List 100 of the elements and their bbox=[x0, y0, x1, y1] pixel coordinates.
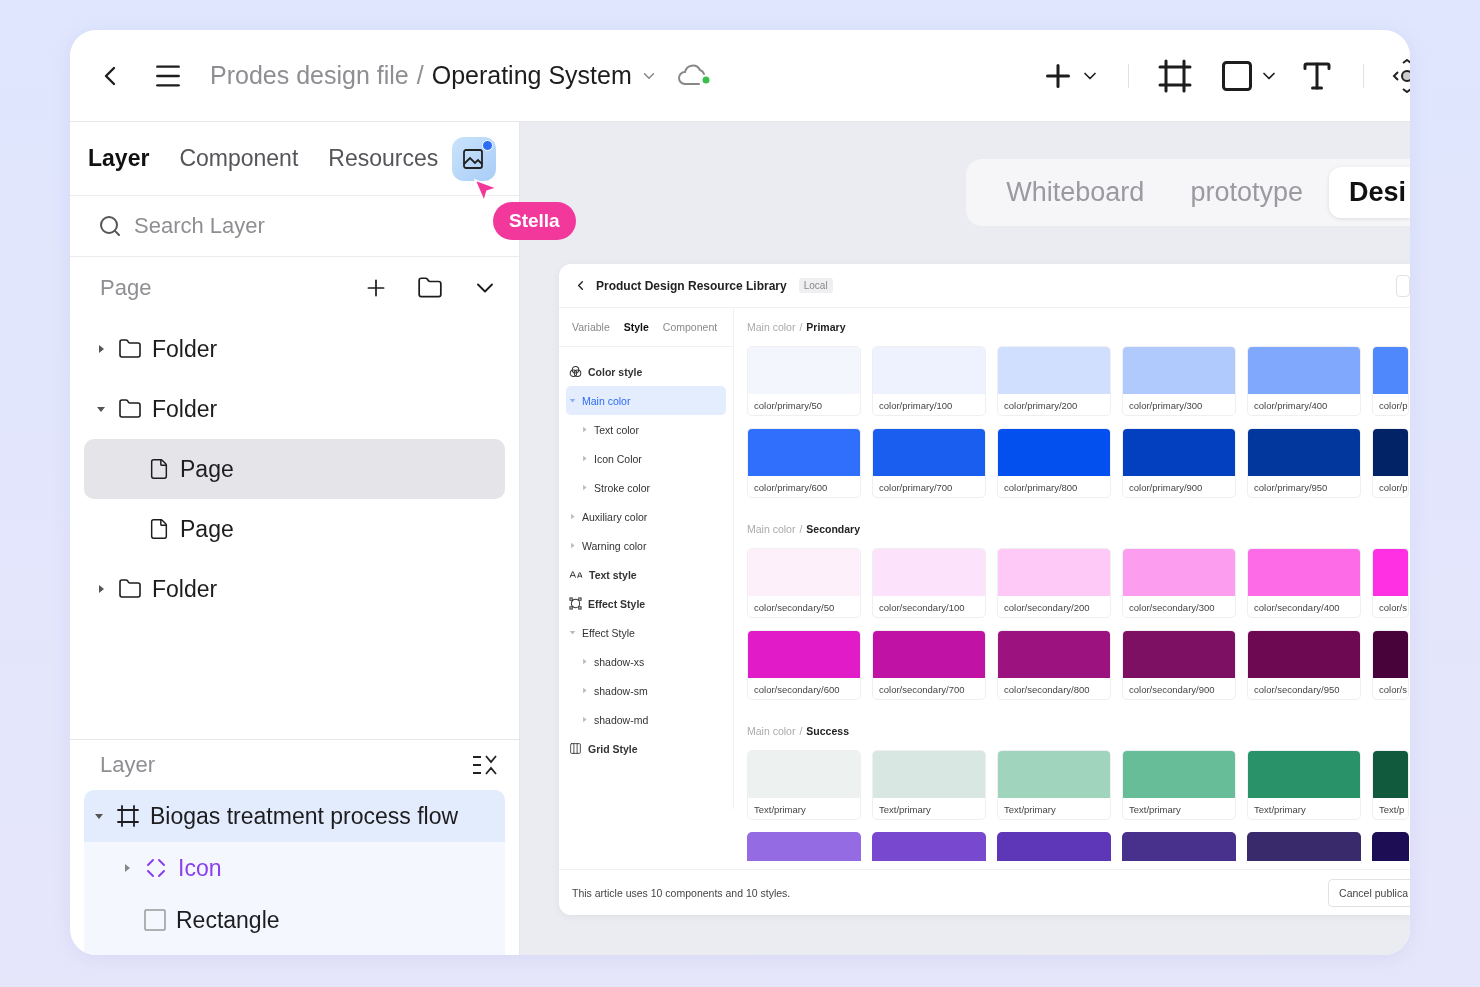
color-swatch[interactable]: color/primary/50 bbox=[747, 346, 861, 416]
folder-icon bbox=[118, 397, 142, 421]
tree-item[interactable]: Folder bbox=[84, 319, 505, 379]
color-swatch[interactable]: Text/primary bbox=[747, 750, 861, 820]
search-field[interactable]: Search Layer bbox=[132, 212, 491, 240]
style-item[interactable]: Warning color bbox=[566, 531, 726, 560]
style-item[interactable]: Text style bbox=[566, 560, 726, 589]
color-swatch[interactable]: color/s bbox=[1372, 630, 1409, 700]
color-swatch[interactable]: Text/primary bbox=[872, 750, 986, 820]
color-swatch[interactable]: Text/primary bbox=[997, 750, 1111, 820]
color-swatch[interactable]: color/primary/900 bbox=[1122, 428, 1236, 498]
color-swatch[interactable]: Text/primary bbox=[1247, 750, 1361, 820]
color-swatch[interactable]: color/primary/100 bbox=[872, 346, 986, 416]
color-swatch[interactable] bbox=[1247, 832, 1361, 861]
panel-tab[interactable]: Component bbox=[179, 145, 299, 172]
color-swatch[interactable]: color/secondary/50 bbox=[747, 548, 861, 618]
section-title: Page bbox=[100, 275, 152, 301]
color-swatch[interactable]: color/secondary/600 bbox=[747, 630, 861, 700]
layer-row[interactable]: Biogas treatment process flow bbox=[84, 790, 505, 842]
rectangle-icon bbox=[144, 909, 166, 931]
style-item[interactable]: Text color bbox=[566, 415, 726, 444]
page-icon bbox=[148, 458, 170, 480]
color-swatch[interactable]: color/primary/400 bbox=[1247, 346, 1361, 416]
color-swatch[interactable]: color/secondary/950 bbox=[1247, 630, 1361, 700]
mode-tab[interactable]: Desi bbox=[1328, 167, 1410, 218]
frame-icon bbox=[116, 804, 140, 828]
swatch-label: color/primary/600 bbox=[753, 481, 829, 493]
color-swatch[interactable]: color/secondary/200 bbox=[997, 548, 1111, 618]
color-swatch[interactable]: color/primary/200 bbox=[997, 346, 1111, 416]
color-swatch[interactable]: color/secondary/300 bbox=[1122, 548, 1236, 618]
style-item[interactable]: Icon Color bbox=[566, 444, 726, 473]
section-separator: / bbox=[799, 523, 803, 535]
color-swatch[interactable] bbox=[1372, 832, 1409, 861]
color-swatch[interactable] bbox=[997, 832, 1111, 861]
color-swatch[interactable] bbox=[747, 832, 861, 861]
page-icon bbox=[148, 518, 170, 540]
tree-label: Folder bbox=[152, 575, 218, 603]
color-swatch[interactable]: color/secondary/900 bbox=[1122, 630, 1236, 700]
style-label: Grid Style bbox=[588, 742, 638, 755]
style-item[interactable]: Grid Style bbox=[566, 734, 726, 763]
cancel-button[interactable]: Cancel publica bbox=[1328, 878, 1410, 907]
tree-item[interactable]: Page bbox=[84, 499, 505, 559]
caret-icon[interactable] bbox=[94, 811, 104, 821]
folder-icon bbox=[118, 337, 142, 361]
library-tab[interactable]: Variable bbox=[572, 321, 610, 333]
style-item[interactable]: Auxiliary color bbox=[566, 502, 726, 531]
color-swatch[interactable]: color/secondary/800 bbox=[997, 630, 1111, 700]
style-item[interactable]: shadow-xs bbox=[566, 647, 726, 676]
color-swatch[interactable]: color/primary/700 bbox=[872, 428, 986, 498]
color-swatch[interactable]: color/p bbox=[1372, 346, 1409, 416]
swatch-label: color/primary/950 bbox=[1253, 481, 1329, 493]
caret-icon[interactable] bbox=[96, 404, 106, 414]
layer-row[interactable]: Icon bbox=[84, 842, 505, 894]
color-swatch[interactable] bbox=[1122, 832, 1236, 861]
tree-label: Page bbox=[180, 515, 234, 543]
color-swatch[interactable]: color/secondary/100 bbox=[872, 548, 986, 618]
style-item[interactable]: Color style bbox=[566, 357, 726, 386]
color-swatch[interactable]: color/s bbox=[1372, 548, 1409, 618]
tree-item[interactable]: Folder bbox=[84, 379, 505, 439]
color-swatch[interactable]: color/p bbox=[1372, 428, 1409, 498]
style-item[interactable]: Effect Style bbox=[566, 589, 726, 618]
frame-tool-icon[interactable] bbox=[1157, 57, 1193, 94]
panel-tab[interactable]: Resources bbox=[328, 145, 439, 172]
color-swatch[interactable]: color/primary/600 bbox=[747, 428, 861, 498]
color-swatch[interactable]: Text/p bbox=[1372, 750, 1409, 820]
library-tab[interactable]: Component bbox=[662, 321, 718, 333]
style-item[interactable]: Main color bbox=[566, 386, 726, 415]
style-label: Main color bbox=[582, 394, 631, 407]
color-swatch[interactable]: Text/primary bbox=[1122, 750, 1236, 820]
section-name: Success bbox=[806, 725, 849, 737]
swatch-label: color/primary/50 bbox=[753, 399, 824, 411]
resources-button[interactable] bbox=[452, 136, 497, 181]
section-title: Layer bbox=[100, 752, 156, 778]
caret-icon[interactable] bbox=[96, 584, 106, 594]
color-swatch[interactable]: color/secondary/400 bbox=[1247, 548, 1361, 618]
color-swatch[interactable] bbox=[872, 832, 986, 861]
color-swatch[interactable]: color/primary/300 bbox=[1122, 346, 1236, 416]
style-item[interactable]: Stroke color bbox=[566, 473, 726, 502]
style-item[interactable]: shadow-sm bbox=[566, 676, 726, 705]
page-name[interactable]: Operating System bbox=[431, 61, 632, 90]
style-item[interactable]: shadow-md bbox=[566, 705, 726, 734]
layer-row[interactable]: Rectangle bbox=[84, 894, 505, 946]
library-tab[interactable]: Style bbox=[623, 321, 649, 333]
color-swatch[interactable]: color/primary/950 bbox=[1247, 428, 1361, 498]
tree-item[interactable]: Folder bbox=[84, 559, 505, 619]
style-item[interactable]: Effect Style bbox=[566, 618, 726, 647]
collapse-all-icon[interactable] bbox=[471, 754, 499, 776]
folder-icon[interactable] bbox=[417, 275, 443, 301]
color-swatch[interactable]: color/secondary/700 bbox=[872, 630, 986, 700]
panel-tab[interactable]: Layer bbox=[88, 145, 150, 172]
caret-icon[interactable] bbox=[96, 344, 106, 354]
style-label: Icon Color bbox=[594, 452, 642, 465]
color-swatch[interactable]: color/primary/800 bbox=[997, 428, 1111, 498]
style-label: Text color bbox=[594, 423, 639, 436]
swatch-label: Text/primary bbox=[753, 803, 807, 815]
tree-item[interactable]: Page bbox=[84, 439, 505, 499]
grid-style-icon bbox=[569, 742, 582, 755]
swatch-label: Text/primary bbox=[1253, 803, 1307, 815]
layer-label: Biogas treatment process flow bbox=[150, 802, 459, 830]
caret-icon[interactable] bbox=[122, 863, 132, 873]
